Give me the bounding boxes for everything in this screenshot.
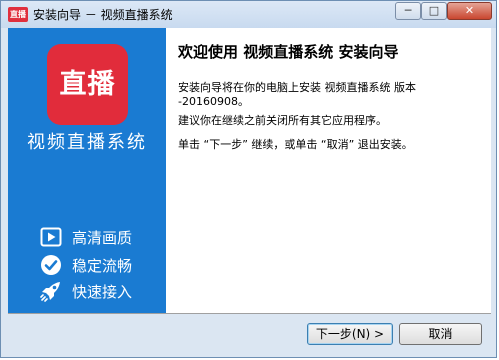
- next-button[interactable]: 下一步(N) >: [307, 323, 393, 345]
- app-icon: 直播: [8, 7, 28, 22]
- installer-window: 直播 安装向导 － 视频直播系统 ─ □ ✕ 直播 视频直播系统 高清画质 稳定…: [0, 0, 497, 358]
- divider: [8, 313, 491, 314]
- sidebar-panel: 直播 视频直播系统 高清画质 稳定流畅 快速接入: [8, 28, 166, 313]
- maximize-button[interactable]: □: [421, 2, 447, 20]
- feature-label: 稳定流畅: [72, 257, 133, 275]
- product-name: 视频直播系统: [27, 132, 147, 153]
- play-icon: [40, 226, 62, 248]
- title-bar[interactable]: 直播 安装向导 － 视频直播系统 ─ □ ✕: [1, 1, 496, 28]
- page-title: 欢迎使用 视频直播系统 安装向导: [178, 43, 399, 61]
- feature-label: 快速接入: [72, 283, 133, 301]
- install-description: 安装向导将在你的电脑上安装 视频直播系统 版本 -20160908。: [178, 81, 416, 108]
- close-apps-advice: 建议你在继续之前关闭所有其它应用程序。: [178, 114, 387, 127]
- check-circle-icon: [40, 254, 62, 276]
- minimize-button[interactable]: ─: [395, 2, 421, 20]
- welcome-content: 欢迎使用 视频直播系统 安装向导 安装向导将在你的电脑上安装 视频直播系统 版本…: [166, 28, 491, 313]
- window-title: 安装向导 － 视频直播系统: [33, 8, 173, 22]
- rocket-icon: [40, 280, 62, 302]
- close-button[interactable]: ✕: [447, 2, 492, 20]
- feature-label: 高清画质: [72, 229, 133, 247]
- instructions-text: 单击 “下一步” 继续，或单击 “取消” 退出安装。: [178, 138, 413, 151]
- cancel-button[interactable]: 取消: [399, 323, 482, 345]
- logo-icon: 直播: [47, 44, 128, 125]
